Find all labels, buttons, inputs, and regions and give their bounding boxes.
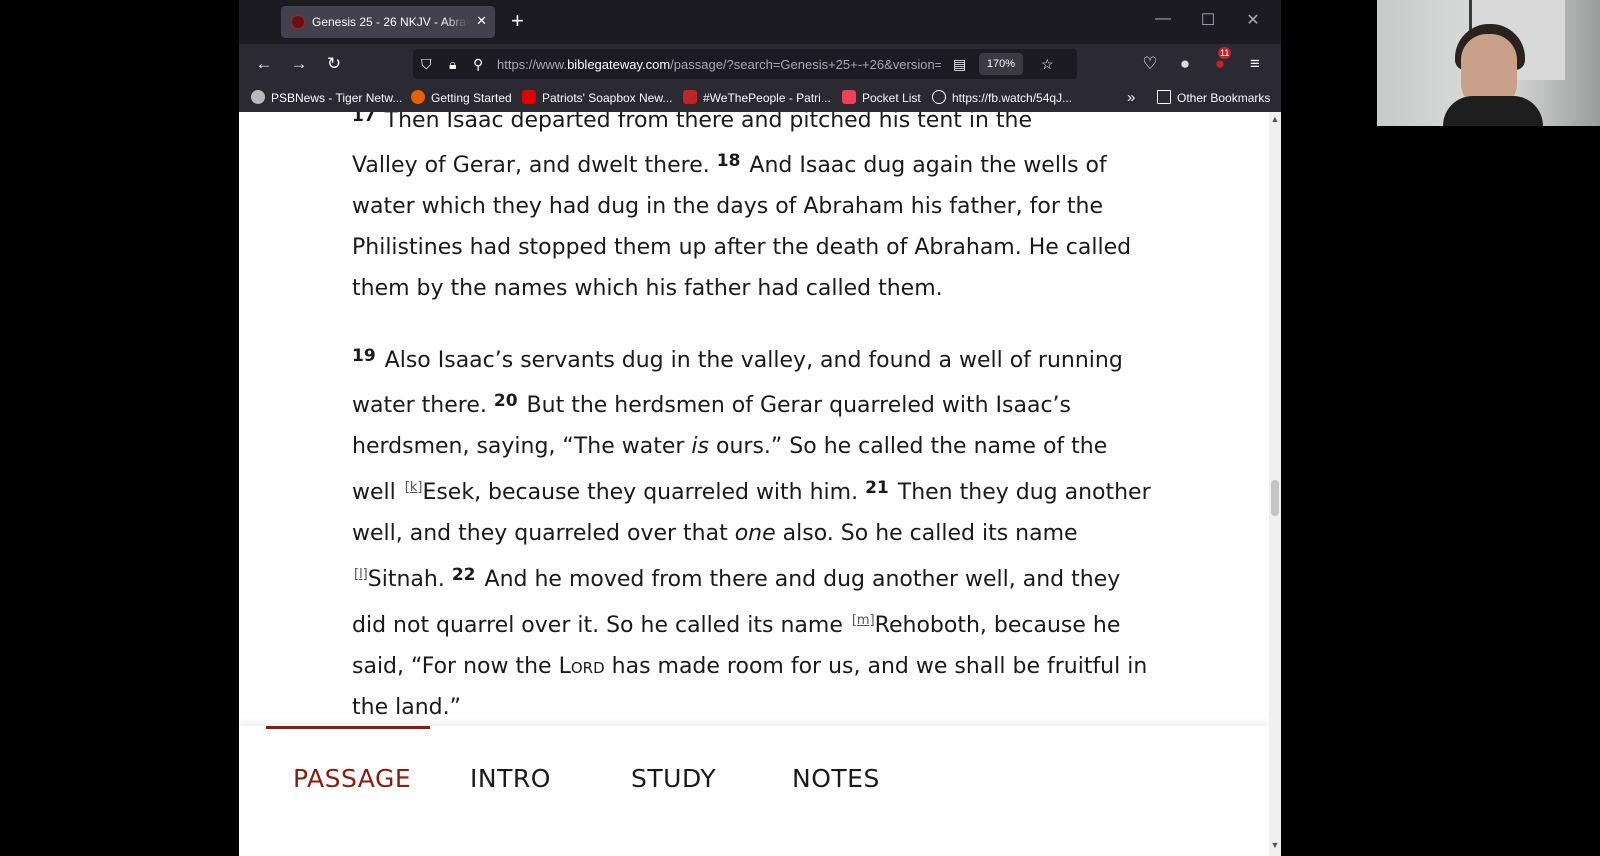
new-tab-icon[interactable]: + — [511, 8, 524, 34]
biblegateway-favicon-icon — [291, 15, 305, 29]
minimize-icon[interactable]: — — [1153, 10, 1173, 28]
reader-view-icon[interactable]: ▤ — [953, 56, 966, 73]
active-tab-indicator — [266, 726, 430, 729]
bookmarks-toolbar: PSBNews - Tiger Netw... Getting Started … — [239, 84, 1281, 112]
verse-number: 20 — [493, 391, 518, 411]
address-bar[interactable]: ⛉ 🔒︎ ⚲ https://www.biblegateway.com/pass… — [413, 49, 1077, 79]
close-tab-icon[interactable]: ✕ — [476, 13, 487, 29]
extension-icon[interactable]: ● — [1174, 53, 1196, 75]
lord-small-caps: Lord — [558, 654, 605, 679]
webcam-person-body — [1443, 96, 1543, 126]
browser-tab[interactable]: Genesis 25 - 26 NKJV - Abraham ✕ — [281, 6, 495, 38]
verse-number: 21 — [865, 478, 889, 498]
tab-passage[interactable]: PASSAGE — [293, 764, 411, 793]
psb-icon — [683, 90, 697, 104]
web-page: 17 Then Isaac departed from there and pi… — [239, 112, 1269, 856]
bookmark-item[interactable]: https://fb.watch/54qJ... — [932, 89, 1072, 107]
verse-number: 19 — [352, 346, 376, 366]
tab-title: Genesis 25 - 26 NKJV - Abraham — [312, 15, 468, 29]
verse-number: 18 — [716, 151, 741, 171]
forward-arrow-icon[interactable]: → — [288, 53, 310, 75]
bookmark-item[interactable]: #WeThePeople - Patri... — [683, 89, 831, 107]
scrollbar-thumb[interactable] — [1271, 480, 1279, 516]
bookmark-star-icon[interactable]: ☆ — [1041, 56, 1054, 73]
tab-notes[interactable]: NOTES — [792, 764, 880, 793]
extension-badge-count: 11 — [1218, 47, 1232, 59]
firefox-icon — [411, 90, 425, 104]
tracking-shield-icon[interactable]: ⛉ — [421, 56, 432, 73]
hamburger-menu-icon[interactable]: ≡ — [1244, 53, 1266, 75]
extension-badge-icon[interactable]: ● 11 — [1209, 47, 1232, 75]
close-window-icon[interactable]: ✕ — [1243, 10, 1263, 30]
other-bookmarks[interactable]: Other Bookmarks — [1157, 89, 1270, 107]
tab-strip: Genesis 25 - 26 NKJV - Abraham ✕ + — ☐ ✕ — [239, 0, 1281, 44]
passage-paragraph: Valley of Gerar, and dwelt there. 18 And… — [352, 151, 1132, 301]
zoom-level-button[interactable]: 170% — [979, 53, 1023, 75]
permissions-icon[interactable]: ⚲ — [473, 56, 483, 73]
pocket-icon[interactable]: ♡ — [1139, 53, 1161, 75]
psbnews-icon — [251, 90, 265, 104]
youtube-icon — [522, 90, 536, 104]
pocket-icon — [842, 90, 856, 104]
bookmark-item[interactable]: Getting Started — [411, 89, 512, 107]
tab-study[interactable]: STUDY — [631, 764, 716, 793]
partial-verse-line: 17 Then Isaac departed from there and pi… — [352, 112, 1152, 141]
folder-icon — [1157, 90, 1171, 104]
bookmark-item[interactable]: Pocket List — [842, 89, 921, 107]
reload-icon[interactable]: ↻ — [323, 53, 345, 75]
back-arrow-icon[interactable]: ← — [253, 53, 275, 75]
bookmark-item[interactable]: PSBNews - Tiger Netw... — [251, 89, 402, 107]
webcam-overlay — [1377, 0, 1600, 126]
navigation-toolbar: ← → ↻ ⛉ 🔒︎ ⚲ https://www.biblegateway.co… — [239, 44, 1281, 84]
browser-window: Genesis 25 - 26 NKJV - Abraham ✕ + — ☐ ✕… — [239, 0, 1281, 856]
passage-paragraph: 19 Also Isaac’s servants dug in the vall… — [352, 346, 1151, 720]
tab-intro[interactable]: INTRO — [470, 764, 551, 793]
scroll-down-arrow-icon[interactable]: ▼ — [1269, 840, 1281, 850]
bible-passage: 17 Then Isaac departed from there and pi… — [352, 112, 1152, 755]
globe-icon — [932, 90, 946, 104]
bookmarks-overflow-icon[interactable]: » — [1127, 89, 1135, 106]
url-text[interactable]: https://www.biblegateway.com/passage/?se… — [497, 57, 941, 72]
verse-number-cut: 17 — [352, 112, 376, 126]
scroll-up-arrow-icon[interactable]: ▲ — [1269, 114, 1281, 124]
lock-icon[interactable]: 🔒︎ — [449, 56, 456, 73]
page-scrollbar[interactable]: ▲ ▼ — [1269, 112, 1281, 856]
footnote-link[interactable]: [l] — [354, 567, 368, 582]
bookmark-item[interactable]: Patriots' Soapbox New... — [522, 89, 672, 107]
footnote-link[interactable]: [m] — [852, 613, 875, 628]
maximize-icon[interactable]: ☐ — [1198, 10, 1218, 30]
footnote-link[interactable]: [k] — [405, 480, 423, 495]
bottom-tab-bar: PASSAGE INTRO STUDY NOTES — [239, 726, 1269, 856]
verse-number: 22 — [451, 565, 476, 585]
